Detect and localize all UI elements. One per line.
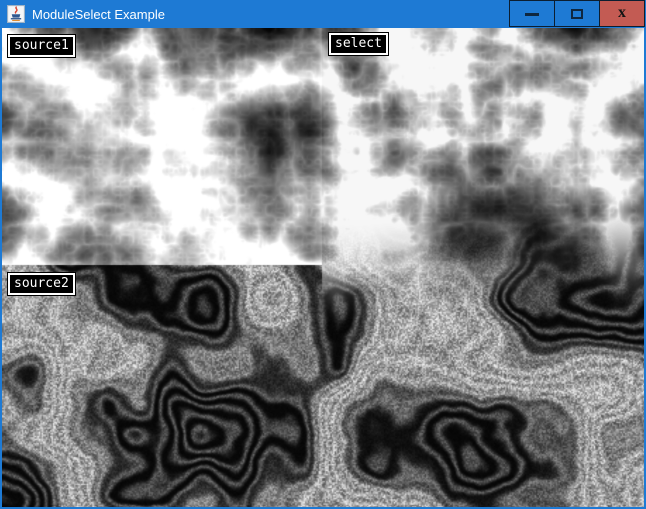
window-controls: x: [509, 0, 645, 27]
window-title: ModuleSelect Example: [32, 7, 165, 22]
noise-render-canvas: [2, 28, 644, 507]
render-viewport: source1 select source2: [2, 28, 644, 507]
maximize-icon: [571, 9, 583, 19]
minimize-icon: [525, 13, 539, 16]
maximize-button[interactable]: [554, 0, 600, 27]
close-icon: x: [618, 5, 626, 21]
label-source1: source1: [8, 35, 75, 57]
app-window: ModuleSelect Example x source1 select so…: [0, 0, 646, 509]
label-source2: source2: [8, 273, 75, 295]
titlebar[interactable]: ModuleSelect Example x: [0, 0, 646, 28]
label-select: select: [329, 33, 388, 55]
java-icon: [7, 5, 25, 23]
close-button[interactable]: x: [599, 0, 645, 27]
minimize-button[interactable]: [509, 0, 555, 27]
